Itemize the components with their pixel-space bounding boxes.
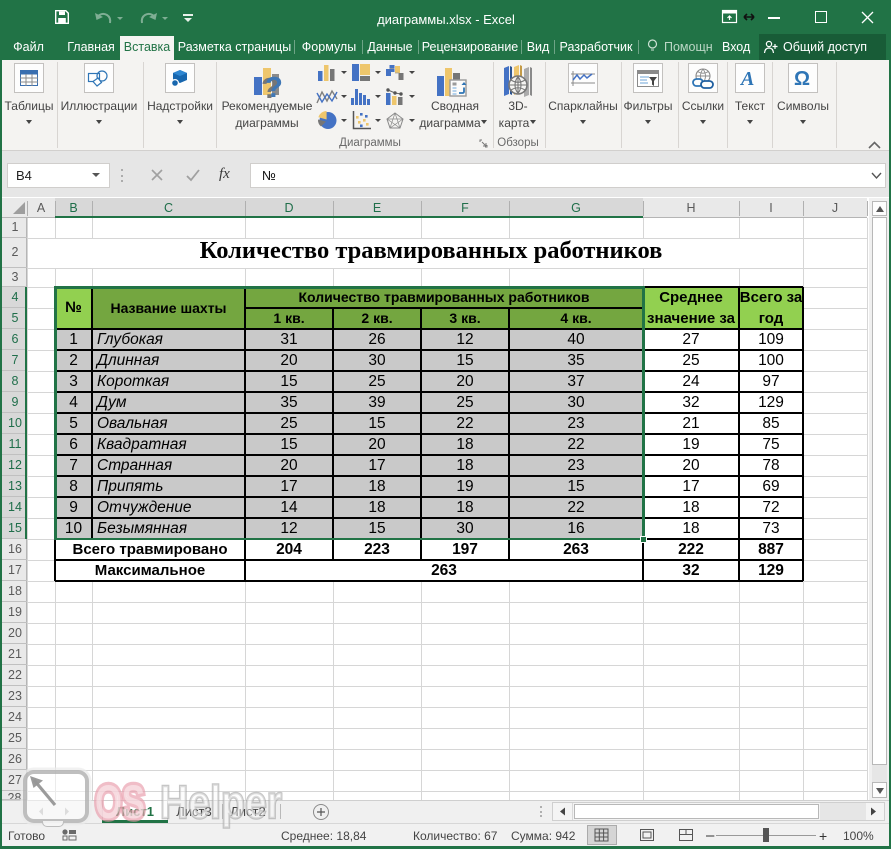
svg-text:OS: OS [95,775,145,828]
svg-text:Helper: Helper [160,776,282,828]
